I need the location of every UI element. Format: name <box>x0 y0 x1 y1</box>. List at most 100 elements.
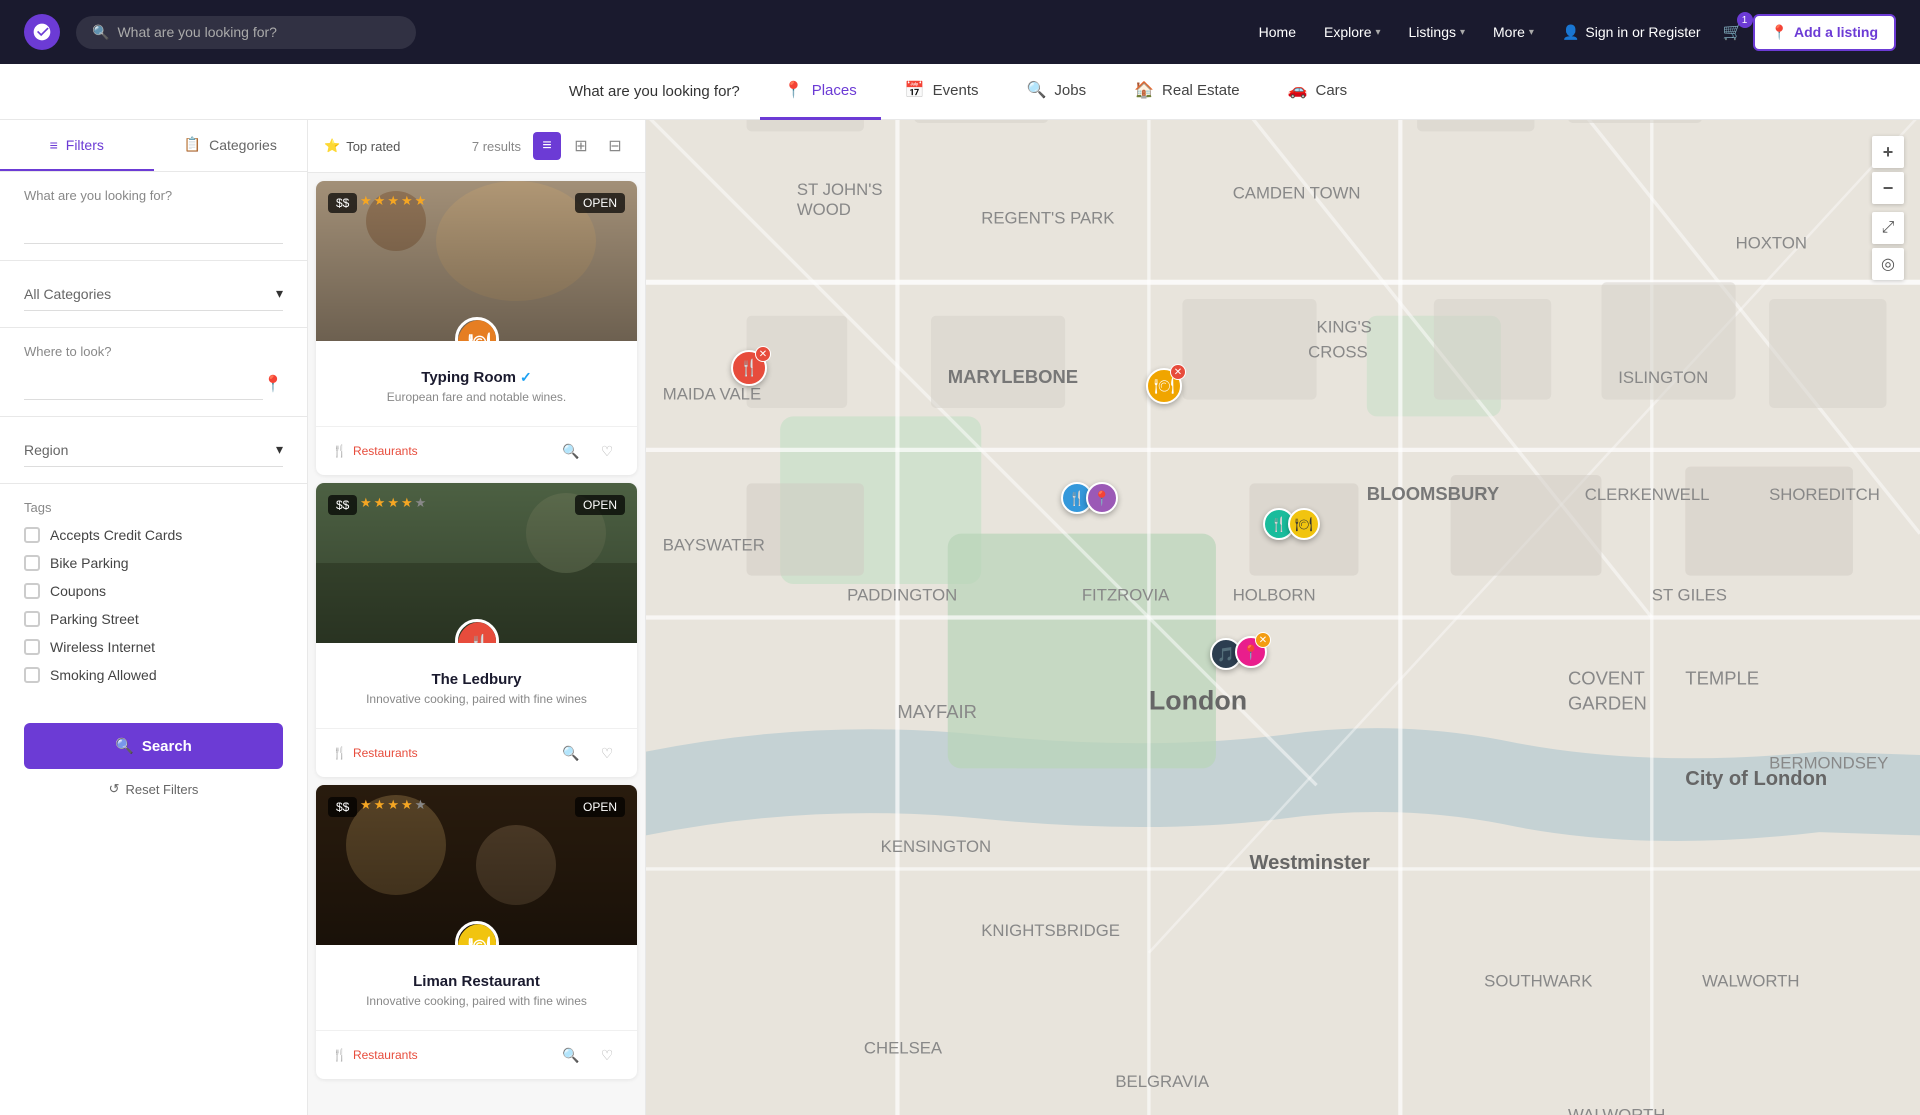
map-marker-7[interactable]: 📍 ✕ <box>1235 636 1267 668</box>
card-actions-0: 🔍 ♡ <box>557 437 621 465</box>
category-real-estate[interactable]: 🏠 Real Estate <box>1110 64 1263 120</box>
tag-wireless-internet[interactable]: Wireless Internet <box>24 639 283 655</box>
tag-coupons[interactable]: Coupons <box>24 583 283 599</box>
svg-text:PADDINGTON: PADDINGTON <box>847 586 957 605</box>
what-label: What are you looking for? <box>24 188 283 203</box>
marker-circle-5: 🍽 <box>1288 508 1320 540</box>
user-icon: 👤 <box>1562 24 1579 41</box>
map-background: ST JOHN'S WOOD REGENT'S PARK MAIDA VALE … <box>646 120 1920 1115</box>
filter-icon: ≡ <box>50 137 58 153</box>
tag-bike-parking[interactable]: Bike Parking <box>24 555 283 571</box>
checkbox-bike-parking[interactable] <box>24 555 40 571</box>
zoom-out-button[interactable]: − <box>1872 172 1904 204</box>
map-marker-1[interactable]: 🍽 ✕ <box>1146 368 1182 404</box>
card-search-button-0[interactable]: 🔍 <box>557 437 585 465</box>
svg-text:WALWORTH: WALWORTH <box>1702 971 1799 990</box>
fork-icon: 🍴 <box>332 1048 347 1062</box>
nav-listings[interactable]: Listings ▾ <box>1397 16 1478 48</box>
checkbox-coupons[interactable] <box>24 583 40 599</box>
tab-filters[interactable]: ≡ Filters <box>0 120 154 171</box>
tags-section: Tags Accepts Credit Cards Bike Parking C… <box>0 484 307 711</box>
star-icon: ★ <box>401 193 413 209</box>
region-label: Region <box>24 442 68 458</box>
tag-accepts-credit-cards[interactable]: Accepts Credit Cards <box>24 527 283 543</box>
cart-button[interactable]: 🛒 1 <box>1717 16 1749 48</box>
svg-text:CHELSEA: CHELSEA <box>864 1038 943 1057</box>
location-pin-icon: 📍 <box>1771 24 1788 41</box>
add-listing-button[interactable]: 📍 Add a listing <box>1753 14 1896 51</box>
locate-button[interactable]: ◎ <box>1872 248 1904 280</box>
view-compact-button[interactable]: ⊟ <box>601 132 629 160</box>
listings-header: ⭐ Top rated 7 results ≡ ⊞ ⊟ <box>308 120 645 173</box>
card-avatar-2: 🍽 <box>455 921 499 945</box>
nav-home[interactable]: Home <box>1247 16 1308 48</box>
category-events[interactable]: 📅 Events <box>881 64 1003 120</box>
nav-explore[interactable]: Explore ▾ <box>1312 16 1393 48</box>
view-grid-button[interactable]: ⊞ <box>567 132 595 160</box>
star-icon: ★ <box>360 797 372 813</box>
region-section: Region ▾ <box>0 417 307 484</box>
star-icon: ★ <box>387 797 399 813</box>
nav-links: Home Explore ▾ Listings ▾ More ▾ 👤 Sign … <box>1247 14 1896 51</box>
map-panel[interactable]: ST JOHN'S WOOD REGENT'S PARK MAIDA VALE … <box>646 120 1920 1115</box>
card-desc-2: Innovative cooking, paired with fine win… <box>332 994 621 1008</box>
svg-text:TEMPLE: TEMPLE <box>1685 668 1759 689</box>
nav-more[interactable]: More ▾ <box>1481 16 1546 48</box>
tags-label: Tags <box>24 500 283 515</box>
star-icon: ★ <box>415 495 427 511</box>
card-body-2: Liman Restaurant Innovative cooking, pai… <box>316 945 637 1030</box>
view-list-button[interactable]: ≡ <box>533 132 561 160</box>
card-favorite-button-1[interactable]: ♡ <box>593 739 621 767</box>
map-marker-3[interactable]: 📍 <box>1086 482 1118 514</box>
logo[interactable] <box>24 14 60 50</box>
category-jobs[interactable]: 🔍 Jobs <box>1003 64 1111 120</box>
card-favorite-button-0[interactable]: ♡ <box>593 437 621 465</box>
tag-smoking-allowed[interactable]: Smoking Allowed <box>24 667 283 683</box>
svg-text:CLERKENWELL: CLERKENWELL <box>1585 485 1710 504</box>
events-icon: 📅 <box>905 80 925 100</box>
svg-text:WALWORTH: WALWORTH <box>1568 1105 1665 1115</box>
svg-text:REGENT'S PARK: REGENT'S PARK <box>981 209 1114 228</box>
checkbox-smoking-allowed[interactable] <box>24 667 40 683</box>
search-button[interactable]: 🔍 Search <box>24 723 283 769</box>
svg-text:HOXTON: HOXTON <box>1736 234 1807 253</box>
card-image-0: $$ ★ ★ ★ ★ ★ OPEN 🍽 <box>316 181 637 341</box>
region-select[interactable]: Region ▾ <box>24 433 283 467</box>
map-marker-5[interactable]: 🍽 <box>1288 508 1320 540</box>
checkbox-parking-street[interactable] <box>24 611 40 627</box>
marker-x-7: ✕ <box>1255 632 1271 648</box>
card-search-button-1[interactable]: 🔍 <box>557 739 585 767</box>
listings-panel: ⭐ Top rated 7 results ≡ ⊞ ⊟ $$ ★ ★ ★ ★ ★ <box>308 120 646 1115</box>
svg-text:BERMONDSEY: BERMONDSEY <box>1769 753 1888 772</box>
chevron-down-icon: ▾ <box>276 285 283 302</box>
location-pin-icon[interactable]: 📍 <box>263 374 283 394</box>
checkbox-accepts-credit-cards[interactable] <box>24 527 40 543</box>
svg-text:MAYFAIR: MAYFAIR <box>897 701 977 722</box>
chevron-down-icon: ▾ <box>1529 27 1534 38</box>
category-places[interactable]: 📍 Places <box>760 64 881 120</box>
star-icon: ★ <box>401 797 413 813</box>
categories-section: All Categories ▾ <box>0 261 307 328</box>
checkbox-wireless-internet[interactable] <box>24 639 40 655</box>
tab-categories[interactable]: 📋 Categories <box>154 120 308 171</box>
location-input[interactable] <box>24 367 263 400</box>
top-rated-filter[interactable]: ⭐ Top rated <box>324 138 400 154</box>
card-favorite-button-2[interactable]: ♡ <box>593 1041 621 1069</box>
expand-map-button[interactable]: ⤢ <box>1872 212 1904 244</box>
all-categories-select[interactable]: All Categories ▾ <box>24 277 283 311</box>
nav-search-bar[interactable]: 🔍 What are you looking for? <box>76 16 416 49</box>
map-marker-0[interactable]: 🍴 ✕ <box>731 350 767 386</box>
tag-parking-street[interactable]: Parking Street <box>24 611 283 627</box>
reset-filters-button[interactable]: ↺ Reset Filters <box>0 781 307 813</box>
category-cars[interactable]: 🚗 Cars <box>1264 64 1372 120</box>
categories-icon: 📋 <box>184 136 201 153</box>
zoom-in-button[interactable]: + <box>1872 136 1904 168</box>
svg-text:BLOOMSBURY: BLOOMSBURY <box>1367 483 1499 504</box>
svg-text:KNIGHTSBRIDGE: KNIGHTSBRIDGE <box>981 921 1120 940</box>
what-input[interactable] <box>24 211 283 244</box>
sidebar-tabs: ≡ Filters 📋 Categories <box>0 120 307 172</box>
card-footer-1: 🍴 Restaurants 🔍 ♡ <box>316 728 637 777</box>
sign-in-button[interactable]: 👤 Sign in or Register <box>1550 16 1713 49</box>
card-search-button-2[interactable]: 🔍 <box>557 1041 585 1069</box>
places-icon: 📍 <box>784 80 804 100</box>
